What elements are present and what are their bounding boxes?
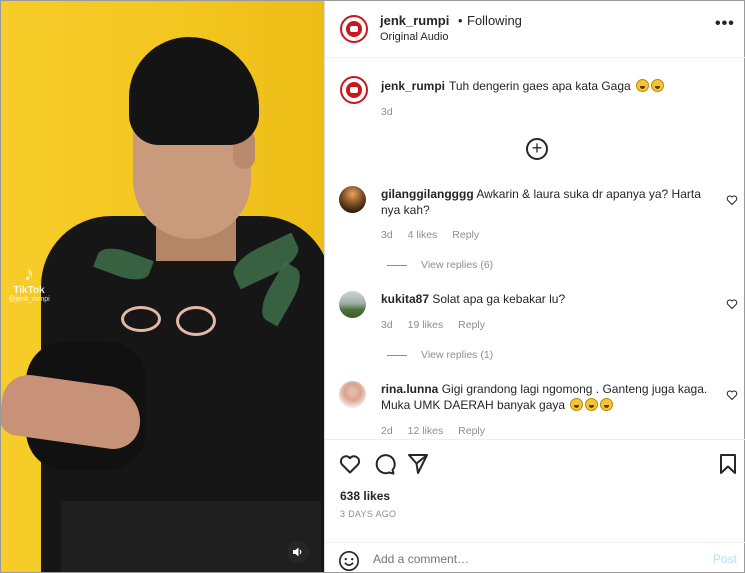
post-actions: 638 likes 3 DAYS AGO Post <box>325 439 745 573</box>
like-heart-icon[interactable] <box>338 452 362 476</box>
caption-text: Tuh dengerin gaes apa kata Gaga <box>449 79 665 93</box>
view-replies-label: View replies (1) <box>421 349 494 361</box>
audio-label[interactable]: Original Audio <box>380 31 449 43</box>
comment-likes[interactable]: 12 likes <box>408 425 444 437</box>
reply-button[interactable]: Reply <box>458 425 485 437</box>
add-comment-input[interactable] <box>373 552 673 566</box>
avatar[interactable] <box>340 15 368 43</box>
comment-text: kukita87 Solat apa ga kebakar lu? <box>381 291 711 307</box>
load-more-comments-button[interactable]: + <box>526 138 548 160</box>
comment-username[interactable]: rina.lunna <box>381 382 438 396</box>
speaker-icon <box>293 547 302 557</box>
post-comment-button[interactable]: Post <box>713 552 737 566</box>
post-header: jenk_rumpi • Following Original Audio ••… <box>325 1 745 58</box>
avatar[interactable] <box>339 186 366 213</box>
avatar[interactable] <box>339 291 366 318</box>
tiktok-watermark-handle: @jenk_rumpi <box>8 296 50 303</box>
video-person-pants <box>61 501 321 572</box>
comment-body: Solat apa ga kebakar lu? <box>432 292 566 306</box>
like-comment-heart-icon[interactable] <box>726 298 738 310</box>
plus-circle-icon: + <box>531 138 543 158</box>
post-date: 3 DAYS AGO <box>340 509 397 519</box>
view-replies-label: View replies (6) <box>421 259 494 271</box>
comment-time: 3d <box>381 229 393 241</box>
comment-time: 3d <box>381 319 393 331</box>
comment-username[interactable]: gilanggilangggg <box>381 187 474 201</box>
comment-text: rina.lunna Gigi grandong lagi ngomong . … <box>381 381 711 413</box>
caption-body: Tuh dengerin gaes apa kata Gaga <box>449 79 631 93</box>
replies-divider <box>387 354 407 356</box>
comment-username[interactable]: kukita87 <box>381 292 429 306</box>
grin-emoji-icon <box>636 79 650 92</box>
tiktok-watermark-brand: TikTok <box>13 285 45 296</box>
more-options-icon[interactable]: ••• <box>715 15 735 33</box>
comment-bubble-icon[interactable] <box>372 452 396 476</box>
shirt-snake-pattern <box>176 306 216 336</box>
laughing-emoji-icon <box>570 398 584 411</box>
save-bookmark-icon[interactable] <box>716 452 740 476</box>
share-paper-plane-icon[interactable] <box>406 452 430 476</box>
tiktok-watermark: ♪ TikTok @jenk_rumpi <box>5 263 53 304</box>
reply-button[interactable]: Reply <box>458 319 485 331</box>
laughing-emoji-icon <box>585 398 599 411</box>
header-username[interactable]: jenk_rumpi <box>380 13 449 28</box>
comment-likes[interactable]: 4 likes <box>408 229 438 241</box>
reply-button[interactable]: Reply <box>452 229 479 241</box>
caption-avatar[interactable] <box>340 76 368 104</box>
view-replies-button[interactable]: View replies (1) <box>387 349 493 361</box>
likes-count[interactable]: 638 likes <box>340 489 390 503</box>
like-comment-heart-icon[interactable] <box>726 389 738 401</box>
post-details-panel: jenk_rumpi • Following Original Audio ••… <box>324 1 745 573</box>
audio-toggle-button[interactable] <box>287 541 309 563</box>
comment-meta: 3d 4 likes Reply <box>381 229 491 241</box>
like-comment-heart-icon[interactable] <box>726 194 738 206</box>
view-replies-button[interactable]: View replies (6) <box>387 259 493 271</box>
comment-time: 2d <box>381 425 393 437</box>
replies-divider <box>387 264 407 266</box>
comment-meta: 3d 19 likes Reply <box>381 319 497 331</box>
add-comment-bar: Post <box>325 542 745 573</box>
comment-meta: 2d 12 likes Reply <box>381 425 497 437</box>
caption-username[interactable]: jenk_rumpi <box>381 79 445 93</box>
comment-likes[interactable]: 19 likes <box>408 319 444 331</box>
video-player[interactable]: ♪ TikTok @jenk_rumpi <box>1 1 324 572</box>
emoji-smiley-icon[interactable] <box>338 550 360 572</box>
avatar[interactable] <box>339 381 366 408</box>
grin-emoji-icon <box>651 79 665 92</box>
comment-text: gilanggilangggg Awkarin & laura suka dr … <box>381 186 711 218</box>
header-separator: • <box>458 13 463 28</box>
following-button[interactable]: Following <box>467 13 522 28</box>
tiktok-note-icon: ♪ <box>24 263 34 285</box>
laughing-emoji-icon <box>600 398 614 411</box>
shirt-snake-pattern <box>121 306 161 332</box>
caption-time: 3d <box>381 106 393 118</box>
